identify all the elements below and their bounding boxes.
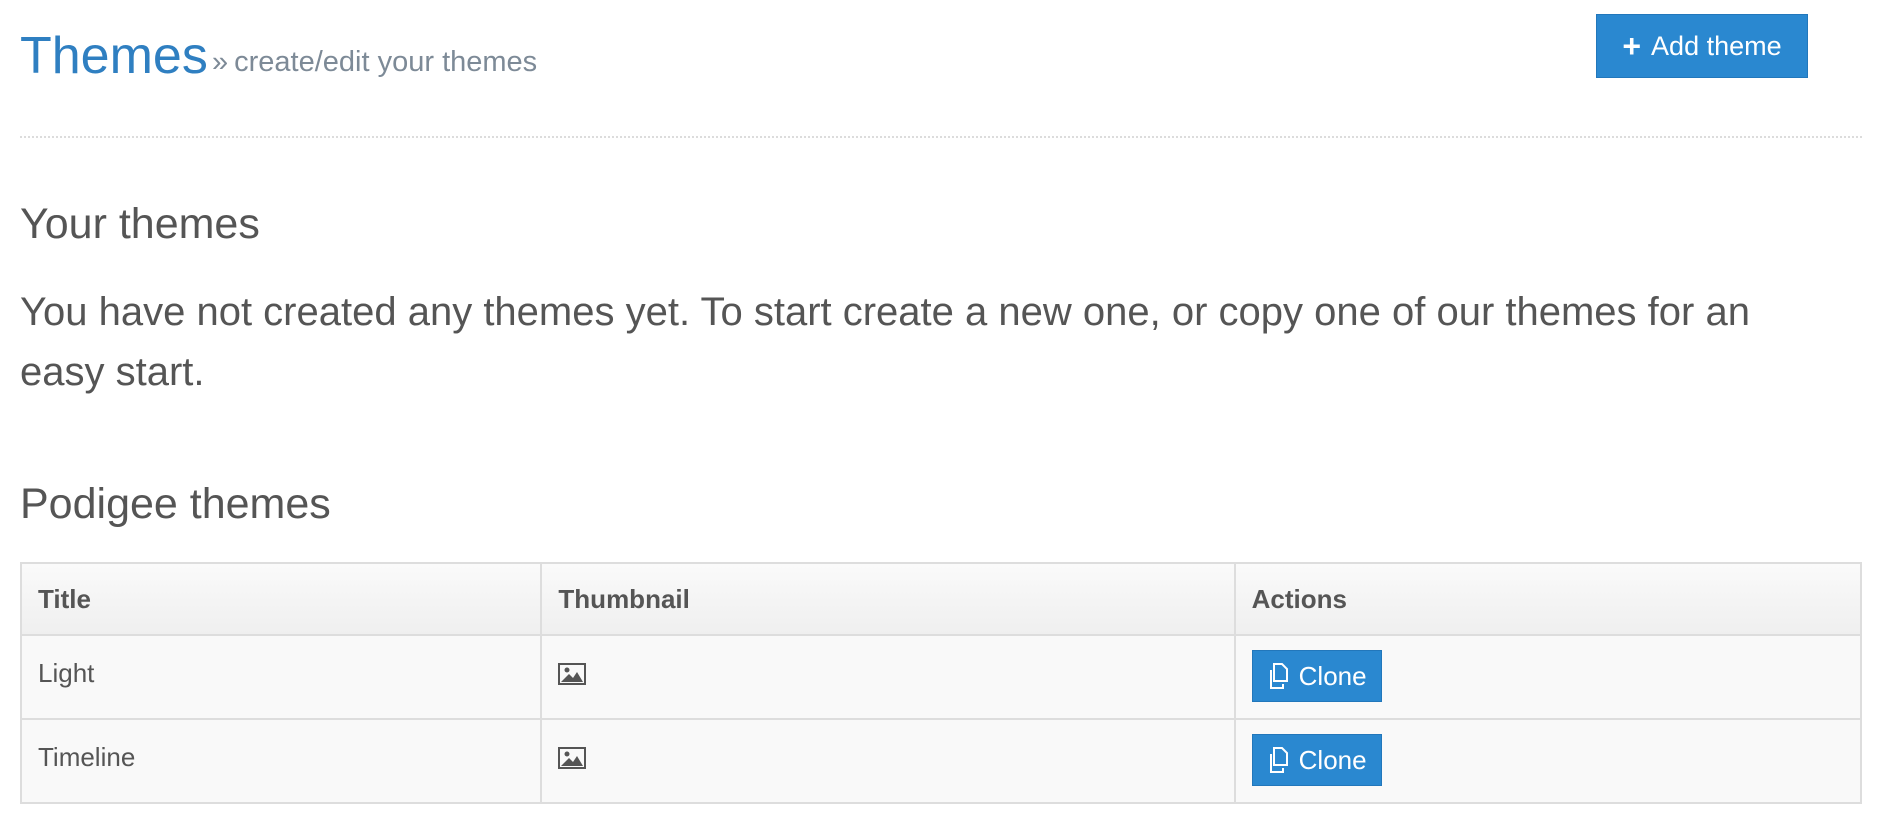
column-header-thumbnail: Thumbnail: [540, 562, 1236, 636]
page-subtitle: » create/edit your themes: [212, 42, 537, 82]
add-theme-label: Add theme: [1651, 30, 1782, 61]
clone-label: Clone: [1298, 660, 1367, 691]
subtitle-prefix: »: [212, 46, 229, 78]
table-row: Timeline Clone: [19, 718, 1863, 804]
plus-icon: +: [1622, 28, 1642, 64]
header-divider: [20, 136, 1862, 138]
page-header: Themes » create/edit your themes + Add th…: [20, 0, 1862, 137]
clone-button[interactable]: Clone: [1251, 734, 1382, 786]
podigee-themes-table: Title Thumbnail Actions Light Clone Time…: [19, 562, 1863, 804]
clone-button[interactable]: Clone: [1251, 650, 1382, 702]
empty-themes-message: You have not created any themes yet. To …: [20, 290, 1750, 394]
copy-icon: [1269, 747, 1288, 773]
column-header-actions: Actions: [1233, 562, 1863, 636]
column-header-title: Title: [19, 562, 543, 636]
theme-title: Light: [38, 658, 95, 688]
image-icon[interactable]: [558, 661, 587, 692]
clone-label: Clone: [1298, 744, 1367, 775]
subtitle-text: create/edit your themes: [234, 46, 538, 78]
image-icon[interactable]: [558, 745, 587, 776]
table-row: Light Clone: [19, 634, 1863, 720]
theme-title: Timeline: [38, 742, 136, 772]
table-header-row: Title Thumbnail Actions: [19, 562, 1863, 636]
add-theme-button[interactable]: + Add theme: [1596, 14, 1808, 78]
page-title: Themes: [20, 27, 208, 85]
copy-icon: [1269, 663, 1288, 689]
your-themes-heading: Your themes: [20, 200, 260, 248]
podigee-themes-heading: Podigee themes: [20, 480, 331, 528]
